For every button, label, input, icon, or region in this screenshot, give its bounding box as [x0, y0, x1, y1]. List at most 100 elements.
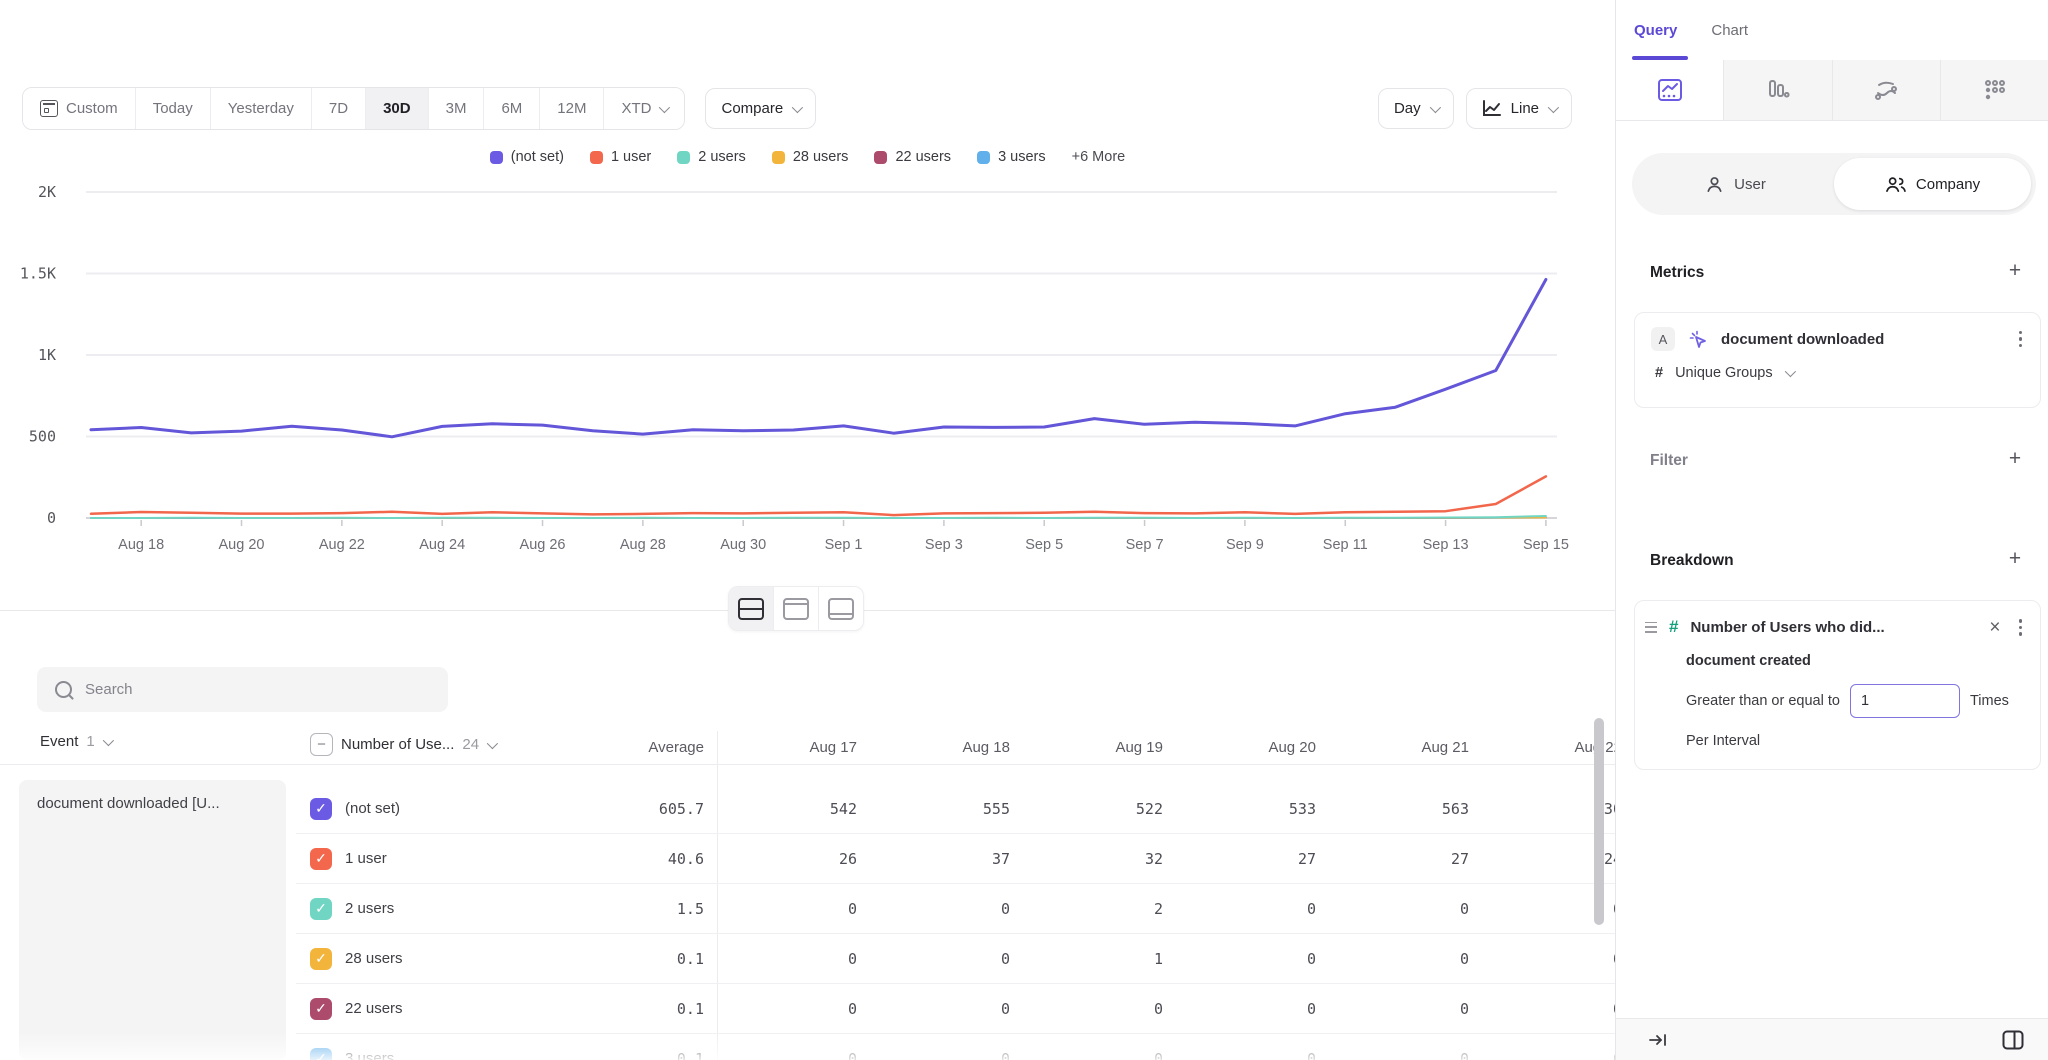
- panel-footer: [1616, 1018, 2048, 1060]
- y-axis-label: 1.5K: [20, 265, 56, 283]
- series-checkbox[interactable]: ✓: [310, 1048, 332, 1060]
- table-scrollbar[interactable]: [1594, 718, 1604, 925]
- compare-button[interactable]: Compare: [705, 88, 816, 129]
- event-column-label: Event: [40, 733, 78, 750]
- series-line-2 users[interactable]: [91, 516, 1546, 518]
- legend-item[interactable]: 2 users: [677, 149, 746, 165]
- event-name-cell[interactable]: document downloaded [U...: [19, 780, 286, 1060]
- series-checkbox[interactable]: ✓: [310, 948, 332, 970]
- metric-menu-icon[interactable]: [2015, 329, 2027, 350]
- breakdown-name[interactable]: Number of Users who did...: [1690, 619, 1975, 636]
- average-value: 40.6: [516, 850, 717, 868]
- series-line-(not set)[interactable]: [91, 280, 1546, 437]
- day-value: 533: [1176, 800, 1329, 818]
- breakdown-event-name[interactable]: document created: [1686, 653, 1811, 669]
- x-axis-label: Sep 3: [925, 537, 963, 553]
- metric-name[interactable]: document downloaded: [1721, 331, 2002, 348]
- series-checkbox[interactable]: ✓: [310, 848, 332, 870]
- range-7d[interactable]: 7D: [311, 88, 365, 129]
- metric-card[interactable]: A document downloaded # Unique Groups: [1634, 312, 2041, 408]
- chart-type-grid-tab[interactable]: [1940, 60, 2048, 120]
- toggle-sidebar-icon[interactable]: [2002, 1030, 2024, 1050]
- tab-chart[interactable]: Chart: [1711, 22, 1748, 39]
- layout-bottom-panel-button[interactable]: [818, 587, 863, 630]
- legend-more[interactable]: +6 More: [1072, 149, 1126, 165]
- search-icon: [55, 681, 72, 698]
- query-panel: Query Chart: [1615, 0, 2048, 1060]
- chart-type-line-tab[interactable]: [1616, 60, 1723, 120]
- series-label: 28 users: [345, 950, 403, 967]
- measure-dropdown[interactable]: Unique Groups: [1675, 365, 1773, 381]
- x-axis-label: Sep 9: [1226, 537, 1264, 553]
- add-filter-button[interactable]: +: [2006, 450, 2024, 468]
- flow-chart-tab-icon: [1872, 76, 1900, 104]
- range-6m[interactable]: 6M: [483, 88, 539, 129]
- legend-item[interactable]: 22 users: [874, 149, 951, 165]
- legend-item[interactable]: 1 user: [590, 149, 651, 165]
- search-input[interactable]: Search: [37, 667, 448, 712]
- chart-type-bar-tab[interactable]: [1723, 60, 1831, 120]
- drag-handle-icon[interactable]: [1645, 622, 1657, 633]
- y-axis-label: 0: [47, 509, 56, 527]
- add-breakdown-button[interactable]: +: [2006, 550, 2024, 568]
- series-checkbox[interactable]: ✓: [310, 998, 332, 1020]
- x-axis-label: Sep 5: [1025, 537, 1063, 553]
- average-column-header[interactable]: Average: [516, 739, 717, 756]
- day-value: 0: [717, 950, 870, 968]
- breakdown-per-interval-label[interactable]: Per Interval: [1686, 733, 1760, 749]
- event-column-header[interactable]: Event 1: [40, 733, 111, 750]
- legend-swatch: [677, 151, 690, 164]
- breakdown-card[interactable]: # Number of Users who did... × document …: [1634, 600, 2041, 770]
- collapse-panel-icon[interactable]: [1649, 1032, 1667, 1048]
- x-axis-label: Aug 26: [520, 537, 566, 553]
- table-row: ✓3 users0.1000000: [296, 1034, 1615, 1060]
- legend-item[interactable]: (not set): [490, 149, 564, 165]
- series-checkbox[interactable]: ✓: [310, 898, 332, 920]
- interval-label: Day: [1394, 100, 1421, 117]
- chart-type-flow-tab[interactable]: [1832, 60, 1940, 120]
- day-value: 522: [1023, 800, 1176, 818]
- breakdown-interval-row: Per Interval: [1635, 718, 2040, 749]
- range-yesterday[interactable]: Yesterday: [210, 88, 311, 129]
- range-3m[interactable]: 3M: [428, 88, 484, 129]
- table-row: ✓2 users1.5002000: [296, 884, 1615, 934]
- breakdown-menu-icon[interactable]: [2015, 617, 2027, 638]
- close-icon[interactable]: ×: [1987, 618, 2002, 637]
- legend-item[interactable]: 28 users: [772, 149, 849, 165]
- y-axis-label: 1K: [38, 346, 56, 364]
- series-checkbox[interactable]: ✓: [310, 798, 332, 820]
- day-column-header: Aug 21: [1329, 739, 1482, 756]
- layout-top-panel-button[interactable]: [773, 587, 818, 630]
- interval-dropdown[interactable]: Day: [1378, 88, 1454, 129]
- tab-query[interactable]: Query: [1634, 22, 1677, 39]
- series-label: 22 users: [345, 1000, 403, 1017]
- breakdown-condition-label[interactable]: Greater than or equal to: [1686, 693, 1840, 709]
- line-chart-icon: [1482, 100, 1502, 117]
- day-value: 0: [717, 900, 870, 918]
- split-horizontal-icon: [738, 598, 764, 620]
- range-custom[interactable]: Custom: [23, 88, 135, 129]
- main-area: CustomTodayYesterday7D30D3M6M12MXTD Comp…: [0, 0, 1615, 1060]
- series-line-1 user[interactable]: [91, 476, 1546, 515]
- chart-type-dropdown[interactable]: Line: [1466, 88, 1572, 129]
- series-column-header: − Number of Use... 24: [310, 733, 495, 756]
- average-value: 0.1: [516, 1000, 717, 1018]
- top-panel-icon: [783, 598, 809, 620]
- add-metric-button[interactable]: +: [2006, 262, 2024, 280]
- toggle-user[interactable]: User: [1637, 158, 1834, 210]
- breakdown-value-input[interactable]: [1850, 684, 1960, 718]
- chart-type-tabs: [1616, 60, 2048, 121]
- range-30d[interactable]: 30D: [365, 88, 428, 129]
- user-company-toggle: User Company: [1632, 153, 2036, 215]
- range-12m[interactable]: 12M: [539, 88, 603, 129]
- toggle-company[interactable]: Company: [1834, 158, 2031, 210]
- chevron-down-icon: [792, 101, 803, 112]
- day-value: 0: [1482, 1050, 1615, 1060]
- range-today[interactable]: Today: [135, 88, 210, 129]
- layout-split-horizontal-button[interactable]: [729, 587, 773, 630]
- select-all-checkbox[interactable]: −: [310, 733, 333, 756]
- range-xtd[interactable]: XTD: [603, 88, 684, 129]
- legend-item[interactable]: 3 users: [977, 149, 1046, 165]
- day-value: 0: [1176, 1000, 1329, 1018]
- day-value: 37: [870, 850, 1023, 868]
